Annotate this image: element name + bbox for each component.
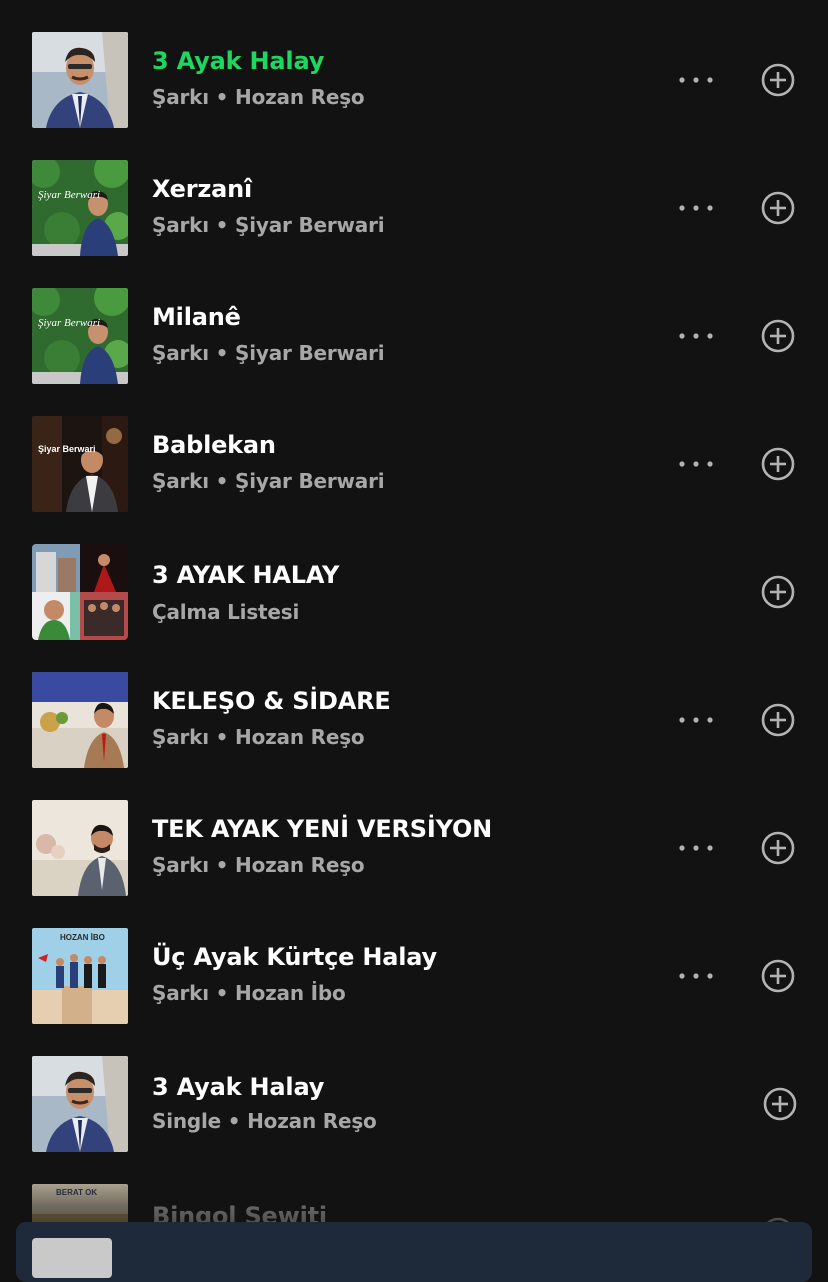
cover-art: [32, 32, 128, 128]
cover-art: [32, 800, 128, 896]
more-options-icon[interactable]: [672, 446, 720, 482]
list-item[interactable]: 3 Ayak Halay Single • Hozan Reşo: [0, 1024, 828, 1152]
add-circle-icon[interactable]: [756, 314, 800, 358]
list-item[interactable]: Şiyar Berwari Milanê Şarkı • Şiyar Berwa…: [0, 256, 828, 384]
cover-art: [32, 672, 128, 768]
result-subtitle: Şarkı • Hozan Reşo: [152, 85, 365, 109]
cover-art: Şiyar Berwari: [32, 416, 128, 512]
add-circle-icon[interactable]: [756, 58, 800, 102]
more-options-icon[interactable]: [672, 958, 720, 994]
playlist-collage-art: [32, 544, 128, 640]
add-circle-icon[interactable]: [756, 186, 800, 230]
result-subtitle: Şarkı • Şiyar Berwari: [152, 341, 385, 365]
result-subtitle: Çalma Listesi: [152, 600, 300, 624]
cover-caption: HOZAN İBO: [60, 933, 105, 942]
cover-art: [32, 1056, 128, 1152]
result-subtitle: Şarkı • Hozan Reşo: [152, 853, 365, 877]
add-circle-icon[interactable]: [756, 570, 800, 614]
result-title: Milanê: [152, 303, 241, 331]
add-circle-icon[interactable]: [756, 954, 800, 998]
result-title: Üç Ayak Kürtçe Halay: [152, 943, 437, 971]
result-title: 3 AYAK HALAY: [152, 561, 340, 589]
cover-caption: BERAT OK: [56, 1188, 97, 1197]
result-subtitle: Şarkı • Şiyar Berwari: [152, 469, 385, 493]
more-options-icon[interactable]: [672, 190, 720, 226]
add-circle-icon[interactable]: [756, 442, 800, 486]
list-item[interactable]: Şiyar Berwari Xerzanî Şarkı • Şiyar Berw…: [0, 128, 828, 256]
list-item[interactable]: 3 Ayak Halay Şarkı • Hozan Reşo: [0, 0, 828, 128]
list-item[interactable]: KELEŞO & SİDARE Şarkı • Hozan Reşo: [0, 640, 828, 768]
result-title: TEK AYAK YENİ VERSİYON: [152, 815, 493, 843]
mini-player-artwork: [32, 1238, 112, 1278]
result-title: Xerzanî: [152, 175, 253, 203]
list-item[interactable]: Şiyar Berwari Bablekan Şarkı • Şiyar Ber…: [0, 384, 828, 512]
result-subtitle: Şarkı • Şiyar Berwari: [152, 213, 385, 237]
cover-art: Şiyar Berwari: [32, 160, 128, 256]
cover-art: HOZAN İBO: [32, 928, 128, 1024]
result-title: KELEŞO & SİDARE: [152, 687, 391, 715]
add-circle-icon[interactable]: [756, 826, 800, 870]
cover-art: Şiyar Berwari: [32, 288, 128, 384]
more-options-icon[interactable]: [672, 318, 720, 354]
list-item[interactable]: HOZAN İBO Üç Ayak Kürtçe Halay Şarkı • H…: [0, 896, 828, 1024]
result-title: Bablekan: [152, 431, 276, 459]
more-options-icon[interactable]: [672, 62, 720, 98]
result-subtitle: Şarkı • Hozan İbo: [152, 981, 346, 1005]
list-item[interactable]: 3 AYAK HALAY Çalma Listesi: [0, 512, 828, 640]
more-options-icon[interactable]: [672, 830, 720, 866]
add-circle-icon[interactable]: [758, 1082, 802, 1126]
more-options-icon[interactable]: [672, 702, 720, 738]
result-subtitle: Şarkı • Hozan Reşo: [152, 725, 365, 749]
cover-caption: Şiyar Berwari: [38, 189, 100, 201]
cover-caption: Şiyar Berwari: [38, 444, 96, 454]
cover-caption: Şiyar Berwari: [38, 317, 100, 329]
result-title: 3 Ayak Halay: [152, 1073, 325, 1101]
list-item[interactable]: TEK AYAK YENİ VERSİYON Şarkı • Hozan Reş…: [0, 768, 828, 896]
add-circle-icon[interactable]: [756, 698, 800, 742]
result-title: 3 Ayak Halay: [152, 47, 325, 75]
mini-player[interactable]: [16, 1222, 812, 1282]
result-subtitle: Single • Hozan Reşo: [152, 1109, 377, 1133]
